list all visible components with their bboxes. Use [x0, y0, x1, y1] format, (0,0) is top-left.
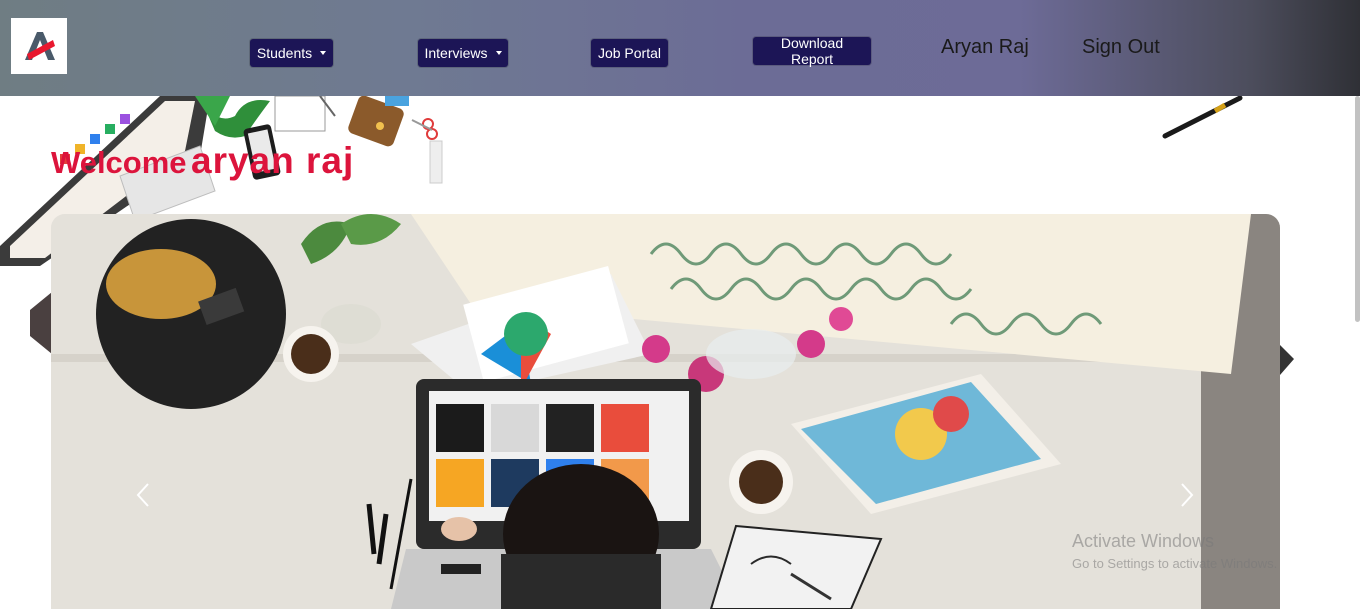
job-portal-button[interactable]: Job Portal — [591, 39, 668, 67]
left-device-decoration — [30, 292, 52, 354]
logo-mark-icon — [25, 32, 55, 60]
top-navbar: Students Interviews Job Portal Download … — [0, 0, 1360, 96]
welcome-user-name: aryan raj — [191, 140, 355, 181]
interviews-label: Interviews — [424, 45, 488, 61]
welcome-greeting: Welcome — [51, 145, 187, 180]
activate-windows-title: Activate Windows — [1072, 531, 1215, 551]
right-device-decoration — [1280, 345, 1294, 375]
app-logo[interactable] — [11, 18, 67, 74]
caret-down-icon — [320, 51, 327, 55]
download-report-label: Download Report — [780, 35, 844, 67]
caret-down-icon — [495, 51, 502, 55]
students-dropdown-button[interactable]: Students — [250, 39, 333, 67]
welcome-heading: Welcome aryan raj — [51, 140, 354, 182]
chevron-left-icon — [136, 483, 149, 507]
chevron-right-icon — [1181, 483, 1194, 507]
carousel-prev-button[interactable] — [128, 478, 158, 512]
download-report-button[interactable]: Download Report — [753, 35, 871, 67]
job-portal-label: Job Portal — [597, 45, 662, 61]
activate-windows-subtitle: Go to Settings to activate Windows. — [1072, 556, 1278, 571]
students-label: Students — [256, 45, 313, 61]
carousel-next-button[interactable] — [1172, 478, 1202, 512]
user-name-link[interactable]: Aryan Raj — [941, 36, 1029, 59]
sign-out-link[interactable]: Sign Out — [1082, 36, 1160, 59]
pen-decoration-icon — [1162, 96, 1243, 139]
page-scrollbar[interactable] — [1355, 96, 1360, 322]
interviews-dropdown-button[interactable]: Interviews — [418, 39, 508, 67]
